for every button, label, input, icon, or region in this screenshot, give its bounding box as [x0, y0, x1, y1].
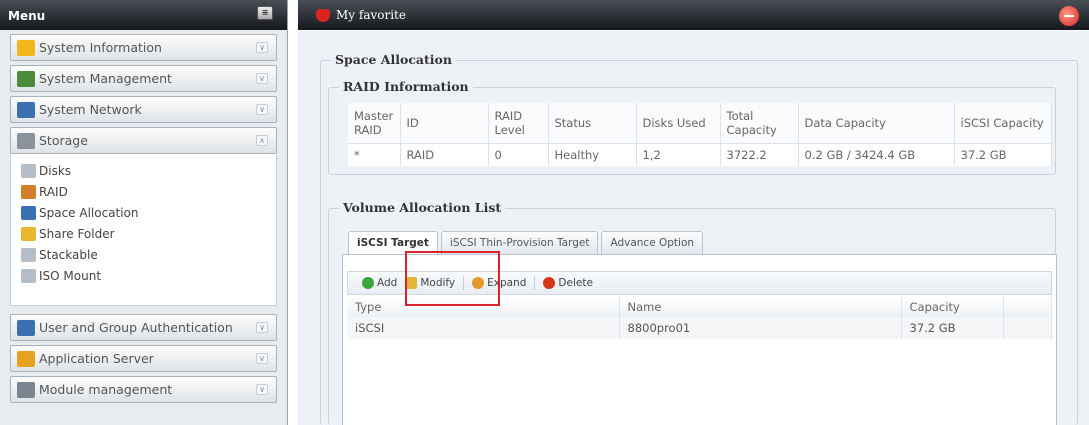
- menu-group-user-group-authentication[interactable]: User and Group Authentication ∨: [10, 314, 277, 341]
- expand-icon[interactable]: ∨: [256, 353, 268, 364]
- sidebar-item-stackable[interactable]: Stackable: [21, 244, 276, 265]
- menu-title: Menu: [8, 9, 46, 23]
- table-cell: Healthy: [548, 143, 637, 166]
- sidebar-item-share-folder[interactable]: Share Folder: [21, 223, 276, 244]
- info-icon: [17, 39, 35, 56]
- app-server-icon: [17, 350, 35, 367]
- favorite-label[interactable]: My favorite: [336, 8, 406, 22]
- menu-group-label: System Management: [39, 71, 172, 86]
- toolbar-separator: [534, 276, 536, 290]
- network-icon: [17, 101, 35, 118]
- column-header[interactable]: RAID Level: [488, 103, 549, 144]
- content-area: Space Allocation RAID Information Master…: [298, 31, 1089, 425]
- table-row[interactable]: * RAID 0 Healthy 1,2 3722.2 0.2 GB / 342…: [348, 143, 1052, 166]
- sidebar-item-raid[interactable]: RAID: [21, 181, 276, 202]
- column-header[interactable]: Master RAID: [348, 103, 401, 144]
- column-header[interactable]: Total Capacity: [720, 103, 799, 144]
- volume-tabs: iSCSI Target iSCSI Thin-Provision Target…: [348, 231, 706, 255]
- favorite-bar: My favorite: [298, 0, 1089, 30]
- tools-icon: [17, 70, 35, 87]
- column-header[interactable]: Name: [619, 297, 902, 317]
- sidebar-item-iso-mount[interactable]: ISO Mount: [21, 265, 276, 286]
- table-cell: RAID: [400, 143, 489, 166]
- delete-label: Delete: [558, 277, 593, 289]
- table-header-row: Master RAID ID RAID Level Status Disks U…: [348, 103, 1052, 144]
- sidebar-item-label: Space Allocation: [39, 205, 139, 220]
- sidebar-menu: Menu ≡ System Information ∨ System Manag…: [0, 0, 288, 425]
- menu-group-application-server[interactable]: Application Server ∨: [10, 345, 277, 372]
- column-header[interactable]: Capacity: [901, 297, 1004, 317]
- table-cell: 0.2 GB / 3424.4 GB: [798, 143, 955, 166]
- storage-icon: [17, 132, 35, 149]
- menu-group-label: User and Group Authentication: [39, 320, 233, 335]
- table-cell: 37.2 GB: [954, 143, 1052, 166]
- sidebar-item-label: Stackable: [39, 247, 98, 262]
- collapse-menu-icon[interactable]: ≡: [257, 6, 273, 20]
- add-label: Add: [377, 277, 398, 289]
- sidebar-item-space-allocation[interactable]: Space Allocation: [21, 202, 276, 223]
- space-allocation-icon: [21, 205, 36, 220]
- menu-group-module-management[interactable]: Module management ∨: [10, 376, 277, 403]
- disk-icon: [21, 163, 36, 178]
- storage-submenu: Disks RAID Space Allocation Share Folder…: [10, 154, 277, 306]
- sidebar-item-label: RAID: [39, 184, 68, 199]
- users-icon: [17, 319, 35, 336]
- expand-icon[interactable]: ∨: [256, 42, 268, 53]
- menu-group-storage[interactable]: Storage ∧: [10, 127, 277, 154]
- expand-icon[interactable]: ∨: [256, 384, 268, 395]
- table-cell: 8800pro01: [619, 317, 902, 339]
- table-cell: 1,2: [636, 143, 721, 166]
- column-header[interactable]: Data Capacity: [798, 103, 955, 144]
- table-cell: 3722.2: [720, 143, 799, 166]
- raid-table: Master RAID ID RAID Level Status Disks U…: [348, 103, 1052, 166]
- heart-icon: [316, 8, 330, 22]
- module-icon: [17, 381, 35, 398]
- sidebar-item-label: Disks: [39, 163, 72, 178]
- menu-group-system-network[interactable]: System Network ∨: [10, 96, 277, 123]
- table-row[interactable]: iSCSI 8800pro01 37.2 GB: [347, 317, 1052, 339]
- volume-allocation-legend: Volume Allocation List: [339, 200, 506, 215]
- folder-icon: [21, 226, 36, 241]
- sidebar-item-label: ISO Mount: [39, 268, 102, 283]
- delete-button[interactable]: Delete: [543, 277, 593, 289]
- table-cell: 37.2 GB: [901, 317, 1004, 339]
- menu-header: Menu ≡: [0, 0, 287, 30]
- menu-group-label: Application Server: [39, 351, 154, 366]
- sidebar-item-disks[interactable]: Disks: [21, 160, 276, 181]
- main-panel: My favorite Space Allocation RAID Inform…: [298, 0, 1089, 425]
- stackable-icon: [21, 247, 36, 262]
- collapse-icon[interactable]: ∧: [256, 135, 268, 146]
- column-header[interactable]: Status: [548, 103, 637, 144]
- modify-highlight-box: [405, 251, 500, 306]
- menu-group-label: Module management: [39, 382, 173, 397]
- space-allocation-legend: Space Allocation: [331, 52, 456, 67]
- add-button[interactable]: Add: [362, 277, 397, 289]
- expand-icon[interactable]: ∨: [256, 73, 268, 84]
- iso-icon: [21, 268, 36, 283]
- add-icon: [362, 277, 374, 289]
- expand-icon[interactable]: ∨: [256, 104, 268, 115]
- table-cell: 0: [488, 143, 549, 166]
- table-cell: iSCSI: [347, 317, 620, 339]
- raid-icon: [21, 184, 36, 199]
- remove-favorite-icon[interactable]: [1059, 6, 1079, 26]
- menu-group-label: Storage: [39, 133, 88, 148]
- table-cell: *: [348, 143, 401, 166]
- sidebar-item-label: Share Folder: [39, 226, 115, 241]
- tab-advance-option[interactable]: Advance Option: [601, 231, 704, 255]
- raid-information-legend: RAID Information: [339, 79, 473, 94]
- delete-icon: [543, 277, 556, 289]
- menu-group-system-management[interactable]: System Management ∨: [10, 65, 277, 92]
- column-header[interactable]: Disks Used: [636, 103, 721, 144]
- column-header[interactable]: iSCSI Capacity: [954, 103, 1052, 144]
- expand-icon[interactable]: ∨: [256, 322, 268, 333]
- menu-group-system-information[interactable]: System Information ∨: [10, 34, 277, 61]
- column-header[interactable]: ID: [400, 103, 489, 144]
- column-header-spacer: [1003, 297, 1052, 317]
- menu-group-label: System Information: [39, 40, 162, 55]
- menu-group-label: System Network: [39, 102, 142, 117]
- table-cell: [1003, 317, 1052, 339]
